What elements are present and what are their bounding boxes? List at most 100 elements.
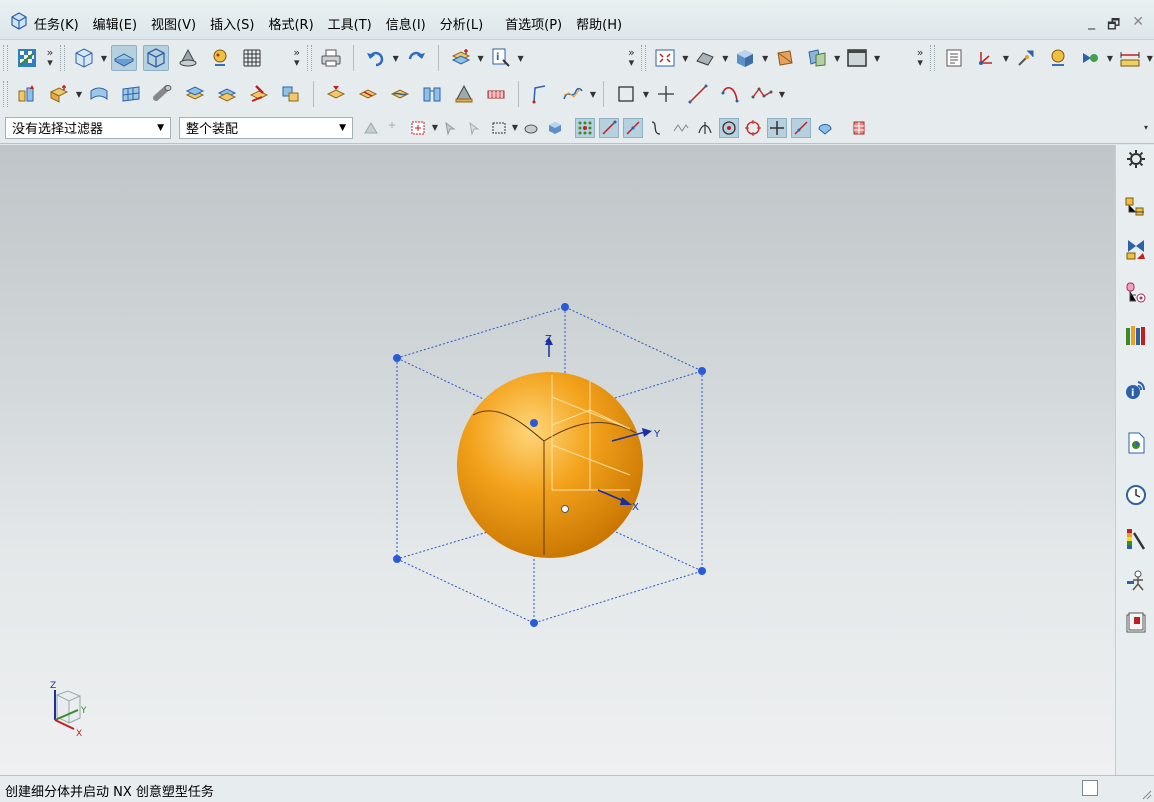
- surface-button[interactable]: [86, 81, 112, 107]
- reuse-library-button[interactable]: [1124, 323, 1148, 347]
- dropdown-arrow[interactable]: ▼: [100, 54, 108, 63]
- toolbar-overflow[interactable]: » ▾: [624, 47, 638, 68]
- rectangle-button[interactable]: [613, 81, 639, 107]
- snap-on-face-button[interactable]: [815, 118, 835, 138]
- spline-button[interactable]: [560, 81, 586, 107]
- dropdown-arrow[interactable]: ▼: [477, 54, 485, 63]
- snap-quadrant-button[interactable]: [743, 118, 763, 138]
- info-object-button[interactable]: i: [488, 45, 514, 71]
- toolbar-overflow[interactable]: » ▾: [913, 47, 927, 68]
- dropdown-arrow[interactable]: ▼: [431, 123, 439, 132]
- tube-button[interactable]: [150, 81, 176, 107]
- mesh-surface-button[interactable]: [118, 81, 144, 107]
- studio-spline-button[interactable]: [749, 81, 775, 107]
- menu-help[interactable]: 帮助(H): [576, 14, 622, 33]
- menu-info[interactable]: 信息(I): [386, 14, 426, 33]
- close-button[interactable]: ✕: [1132, 14, 1144, 38]
- extrude-button[interactable]: [182, 81, 208, 107]
- snap-tangent-button[interactable]: [695, 118, 715, 138]
- snap-all-button[interactable]: [575, 117, 595, 138]
- snap-bounded-grid-button[interactable]: [849, 118, 869, 138]
- measure-button[interactable]: [1045, 45, 1071, 71]
- snap-on-curve-button[interactable]: [791, 117, 811, 138]
- arc-button[interactable]: [717, 81, 743, 107]
- toolbar-grip[interactable]: [306, 45, 312, 71]
- constraint-navigator-button[interactable]: [1124, 237, 1148, 261]
- rect-select-button[interactable]: [489, 118, 509, 138]
- offset-face-button[interactable]: [214, 81, 240, 107]
- snap-toggle-button[interactable]: [385, 118, 405, 138]
- menu-view[interactable]: 视图(V): [151, 14, 196, 33]
- menu-task[interactable]: 任务(K): [34, 14, 79, 33]
- feature-cylinders-button[interactable]: [14, 81, 40, 107]
- cursor-snap-button[interactable]: [441, 118, 461, 138]
- allow-selection-button[interactable]: [465, 118, 485, 138]
- edit-section-button[interactable]: [804, 45, 830, 71]
- bridge-button[interactable]: [419, 81, 445, 107]
- toolbar-overflow[interactable]: ▾: [1142, 123, 1150, 132]
- dropdown-arrow[interactable]: ▼: [517, 54, 525, 63]
- feature-filter-button[interactable]: [361, 118, 381, 138]
- assembly-navigator-button[interactable]: [1124, 195, 1148, 219]
- blend-face-button[interactable]: [387, 81, 413, 107]
- render-style-button[interactable]: [692, 45, 718, 71]
- nx-app-icon[interactable]: [10, 12, 28, 30]
- dropdown-arrow[interactable]: ▼: [642, 90, 650, 99]
- toolbar-grip[interactable]: [930, 45, 936, 71]
- dropdown-arrow[interactable]: ▼: [1002, 54, 1010, 63]
- section-view-button[interactable]: [772, 45, 798, 71]
- snap-control-button[interactable]: [647, 118, 667, 138]
- resize-grip-icon[interactable]: [1140, 788, 1152, 800]
- start-button[interactable]: [14, 45, 40, 71]
- minimize-button[interactable]: _: [1088, 14, 1095, 38]
- snap-point-button[interactable]: [1013, 45, 1039, 71]
- undo-button[interactable]: [363, 45, 389, 71]
- split-face-button[interactable]: [355, 81, 381, 107]
- print-button[interactable]: [318, 45, 344, 71]
- face-analysis-button[interactable]: [207, 45, 233, 71]
- wireframe-button[interactable]: [142, 45, 169, 71]
- snap-intersection-button[interactable]: [671, 118, 691, 138]
- snap-midpoint-button[interactable]: [623, 117, 643, 138]
- resource-settings-button[interactable]: [1124, 147, 1148, 171]
- dropdown-arrow[interactable]: ▼: [1146, 54, 1154, 63]
- orient-view-button[interactable]: [71, 45, 97, 71]
- box-select-button[interactable]: [409, 118, 429, 138]
- history-palette-button[interactable]: [1124, 431, 1148, 455]
- selection-scope-select[interactable]: 整个装配 ▼: [179, 116, 353, 139]
- dropdown-arrow[interactable]: ▼: [833, 54, 841, 63]
- symmetry-button[interactable]: [483, 81, 509, 107]
- background-button[interactable]: [844, 45, 870, 71]
- menu-edit[interactable]: 编辑(E): [93, 14, 137, 33]
- part-navigator-tab[interactable]: [1124, 281, 1148, 305]
- dropdown-arrow[interactable]: ▼: [392, 54, 400, 63]
- shaded-view-button[interactable]: [732, 45, 758, 71]
- toolbar-overflow[interactable]: » ▾: [290, 47, 304, 68]
- move-face-button[interactable]: [323, 81, 349, 107]
- sphere-body[interactable]: [457, 372, 643, 558]
- part-navigator-button[interactable]: [941, 45, 967, 71]
- menu-format[interactable]: 格式(R): [268, 14, 313, 33]
- model-scene[interactable]: Z Y X Z Y X: [0, 145, 1115, 775]
- menu-tools[interactable]: 工具(T): [328, 14, 372, 33]
- dropdown-arrow[interactable]: ▼: [761, 54, 769, 63]
- toolbar-grip[interactable]: [3, 81, 8, 107]
- feature-block-button[interactable]: [46, 81, 72, 107]
- line-button[interactable]: [685, 81, 711, 107]
- cone-render-button[interactable]: [175, 45, 201, 71]
- play-animation-button[interactable]: [1077, 45, 1103, 71]
- grid-button[interactable]: [239, 45, 265, 71]
- type-filter-select[interactable]: 没有选择过滤器 ▼: [5, 116, 171, 139]
- toolbar-grip[interactable]: [59, 45, 65, 71]
- toolbar-grip[interactable]: [641, 45, 647, 71]
- menu-analysis[interactable]: 分析(L): [440, 14, 483, 33]
- wcs-button[interactable]: [973, 45, 999, 71]
- dropdown-arrow[interactable]: ▼: [681, 54, 689, 63]
- dropdown-arrow[interactable]: ▼: [75, 90, 83, 99]
- select-body-button[interactable]: [521, 118, 541, 138]
- dropdown-arrow[interactable]: ▼: [873, 54, 881, 63]
- dropdown-arrow[interactable]: ▼: [778, 90, 786, 99]
- system-materials-button[interactable]: [1124, 569, 1148, 593]
- full-screen-icon[interactable]: [1082, 780, 1098, 796]
- menu-preferences[interactable]: 首选项(P): [505, 14, 562, 33]
